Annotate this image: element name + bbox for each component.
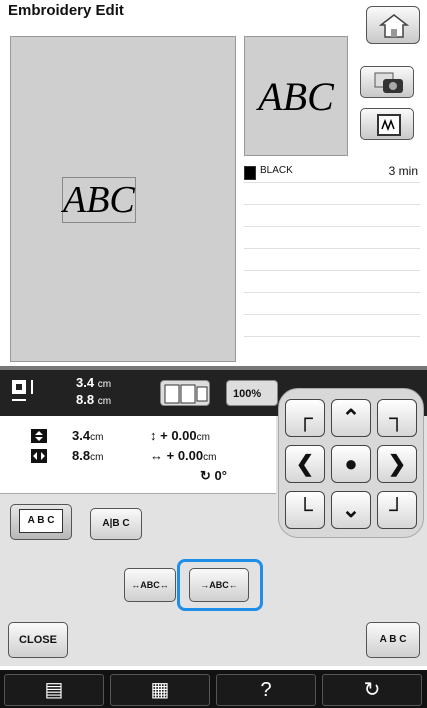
move-up-left-button[interactable]: ┌ [285, 399, 325, 437]
close-button[interactable]: CLOSE [8, 622, 68, 658]
info-height: 3.4 cm [76, 375, 112, 390]
divider [244, 292, 420, 293]
machine-button[interactable]: ▦ [110, 674, 210, 706]
pattern-list-button[interactable]: ▤ [4, 674, 104, 706]
canvas-pattern-text[interactable]: ABC [62, 177, 174, 223]
divider [244, 314, 420, 315]
divider [244, 270, 420, 271]
settings-button[interactable]: ↻ [322, 674, 422, 706]
height-value: 3.4cm [72, 428, 104, 443]
size-info-panel: 3.4cm 8.8cm ↕ + 0.00cm ↔ + 0.00cm ↻ 0° [0, 416, 276, 494]
horizontal-move-icon: ↔ [150, 448, 163, 463]
character-spacing-button[interactable]: A|B C [90, 508, 142, 540]
spacing-increase-button[interactable]: →ABC← [189, 568, 249, 602]
color-time: 3 min [388, 164, 418, 178]
direction-pad: ┌ ⌃ ┐ ❮ ● ❯ └ ⌄ ┘ [278, 388, 424, 538]
color-swatch [244, 166, 256, 180]
divider [244, 226, 420, 227]
machine-icon: ▦ [150, 679, 170, 701]
size-icon [12, 380, 33, 401]
move-left-button[interactable]: ❮ [285, 445, 325, 483]
stitch-frame-icon [377, 114, 401, 136]
color-row: BLACK 3 min [244, 162, 420, 182]
offset-y: ↕ + 0.00cm [150, 428, 210, 443]
pattern-preview: ABC [244, 36, 348, 156]
center-button[interactable]: ● [331, 445, 371, 483]
info-width: 8.8 cm [76, 392, 112, 407]
settings-icon: ↻ [363, 679, 381, 701]
vertical-move-icon: ↕ [150, 428, 157, 443]
divider [244, 336, 420, 337]
camera-icon [374, 72, 403, 93]
array-label: A B C [19, 509, 63, 533]
width-icon [31, 449, 47, 463]
rotation: ↻ 0° [200, 468, 227, 483]
color-name: BLACK [260, 165, 293, 176]
move-down-left-button[interactable]: └ [285, 491, 325, 529]
thread-color-list: BLACK 3 min [244, 162, 420, 362]
stitch-view-button[interactable] [360, 108, 414, 140]
frame-icon [160, 380, 210, 406]
move-up-right-button[interactable]: ┐ [377, 399, 417, 437]
divider [244, 204, 420, 205]
help-icon: ? [260, 679, 272, 701]
help-button[interactable]: ? [216, 674, 316, 706]
offset-x: ↔ + 0.00cm [150, 448, 217, 463]
move-up-button[interactable]: ⌃ [331, 399, 371, 437]
move-down-button[interactable]: ⌄ [331, 491, 371, 529]
frame-size-icon [164, 384, 208, 404]
move-right-button[interactable]: ❯ [377, 445, 417, 483]
home-button[interactable] [366, 6, 420, 44]
height-icon [31, 429, 47, 443]
divider [244, 248, 420, 249]
zoom-button[interactable]: 100% [226, 380, 278, 406]
divider [244, 182, 420, 183]
abc-right-button[interactable]: A B C [366, 622, 420, 658]
spacing-decrease-button[interactable]: ↔ABC↔ [124, 568, 176, 602]
home-icon [378, 14, 410, 38]
move-down-right-button[interactable]: ┘ [377, 491, 417, 529]
page-icon: ▤ [44, 679, 64, 701]
width-value: 8.8cm [72, 448, 104, 463]
rotation-icon: ↻ [200, 468, 211, 483]
array-button[interactable]: A B C [10, 504, 72, 540]
camera-button[interactable] [360, 66, 414, 98]
page-title: Embroidery Edit [8, 2, 124, 19]
